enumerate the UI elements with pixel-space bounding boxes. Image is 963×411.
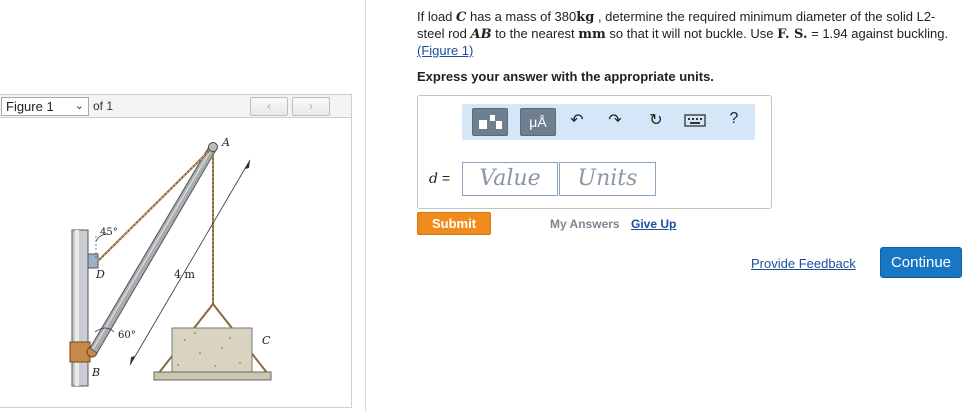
label-B: B xyxy=(91,366,100,379)
units-icon[interactable]: μÅ xyxy=(520,108,556,136)
figure-select-value: Figure 1 xyxy=(6,99,54,114)
figure-count: of 1 xyxy=(93,99,114,113)
question-part: has a mass of 380 xyxy=(466,9,577,24)
question-part: If load xyxy=(417,9,457,24)
provide-feedback-link[interactable]: Provide Feedback xyxy=(751,256,856,271)
value-input[interactable]: Value xyxy=(462,162,558,196)
keyboard-icon[interactable] xyxy=(684,112,706,133)
answer-variable-label: d = xyxy=(429,170,450,187)
templates-icon[interactable] xyxy=(472,108,508,136)
give-up-link[interactable]: Give Up xyxy=(631,217,676,231)
question-part: so that it will not buckle. Use xyxy=(605,26,778,41)
answer-instruction: Express your answer with the appropriate… xyxy=(417,69,714,84)
load-C xyxy=(171,327,253,373)
variable-C: C xyxy=(456,10,467,25)
factor-of-safety: F. S. xyxy=(777,27,808,42)
help-icon[interactable]: ? xyxy=(723,110,745,128)
chevron-right-icon: › xyxy=(309,99,313,113)
crane-diagram: A B C D 45° 60° 4 m xyxy=(69,136,272,387)
unit-kg: kg xyxy=(576,10,595,25)
my-answers-link[interactable]: My Answers xyxy=(550,217,620,231)
keyboard-icon-graphic xyxy=(684,114,706,127)
figure-select[interactable]: Figure 1 ⌄ xyxy=(1,97,89,116)
question-part: = 1.94 against buckling. xyxy=(807,26,949,41)
load-pallet xyxy=(153,371,272,381)
equals-sign: = xyxy=(437,170,451,186)
label-length: 4 m xyxy=(174,268,195,281)
vertical-post xyxy=(71,229,89,387)
bracket-D xyxy=(87,253,99,269)
unit-mm: mm xyxy=(578,27,606,42)
prev-figure-button[interactable]: ‹ xyxy=(250,97,288,116)
reset-icon[interactable]: ↻ xyxy=(645,110,667,130)
redo-icon[interactable]: ↷ xyxy=(604,110,626,130)
continue-button[interactable]: Continue xyxy=(880,247,962,278)
question-text: If load C has a mass of 380kg , determin… xyxy=(417,9,962,59)
figure-image: A B C D 45° 60° 4 m xyxy=(0,118,352,408)
next-figure-button[interactable]: › xyxy=(292,97,330,116)
question-part: to the nearest xyxy=(491,26,579,41)
label-C: C xyxy=(262,334,271,347)
variable-AB: AB xyxy=(470,27,492,42)
figure-panel: Figure 1 ⌄ of 1 ‹ › A B C D 45° 60° 4 m xyxy=(0,0,366,411)
submit-button[interactable]: Submit xyxy=(417,212,491,235)
figure-header: Figure 1 ⌄ of 1 ‹ › xyxy=(0,94,352,118)
undo-icon[interactable]: ↶ xyxy=(566,110,588,130)
figure-link[interactable]: (Figure 1) xyxy=(417,43,473,58)
pulley-A xyxy=(208,142,218,152)
label-angle-45: 45° xyxy=(100,227,118,238)
label-D: D xyxy=(95,268,105,281)
post-highlight xyxy=(75,230,79,386)
units-icon-label: μÅ xyxy=(529,114,547,130)
chevron-left-icon: ‹ xyxy=(267,99,271,113)
math-toolbar: μÅ ↶ ↷ ↻ ? xyxy=(462,104,755,140)
label-angle-60: 60° xyxy=(118,330,136,341)
answer-box: μÅ ↶ ↷ ↻ ? d = Value Units xyxy=(417,95,772,209)
units-input[interactable]: Units xyxy=(559,162,656,196)
templates-icon-graphic xyxy=(479,115,502,129)
label-A: A xyxy=(221,136,230,149)
answer-variable: d xyxy=(429,171,438,187)
chevron-down-icon: ⌄ xyxy=(74,100,84,112)
